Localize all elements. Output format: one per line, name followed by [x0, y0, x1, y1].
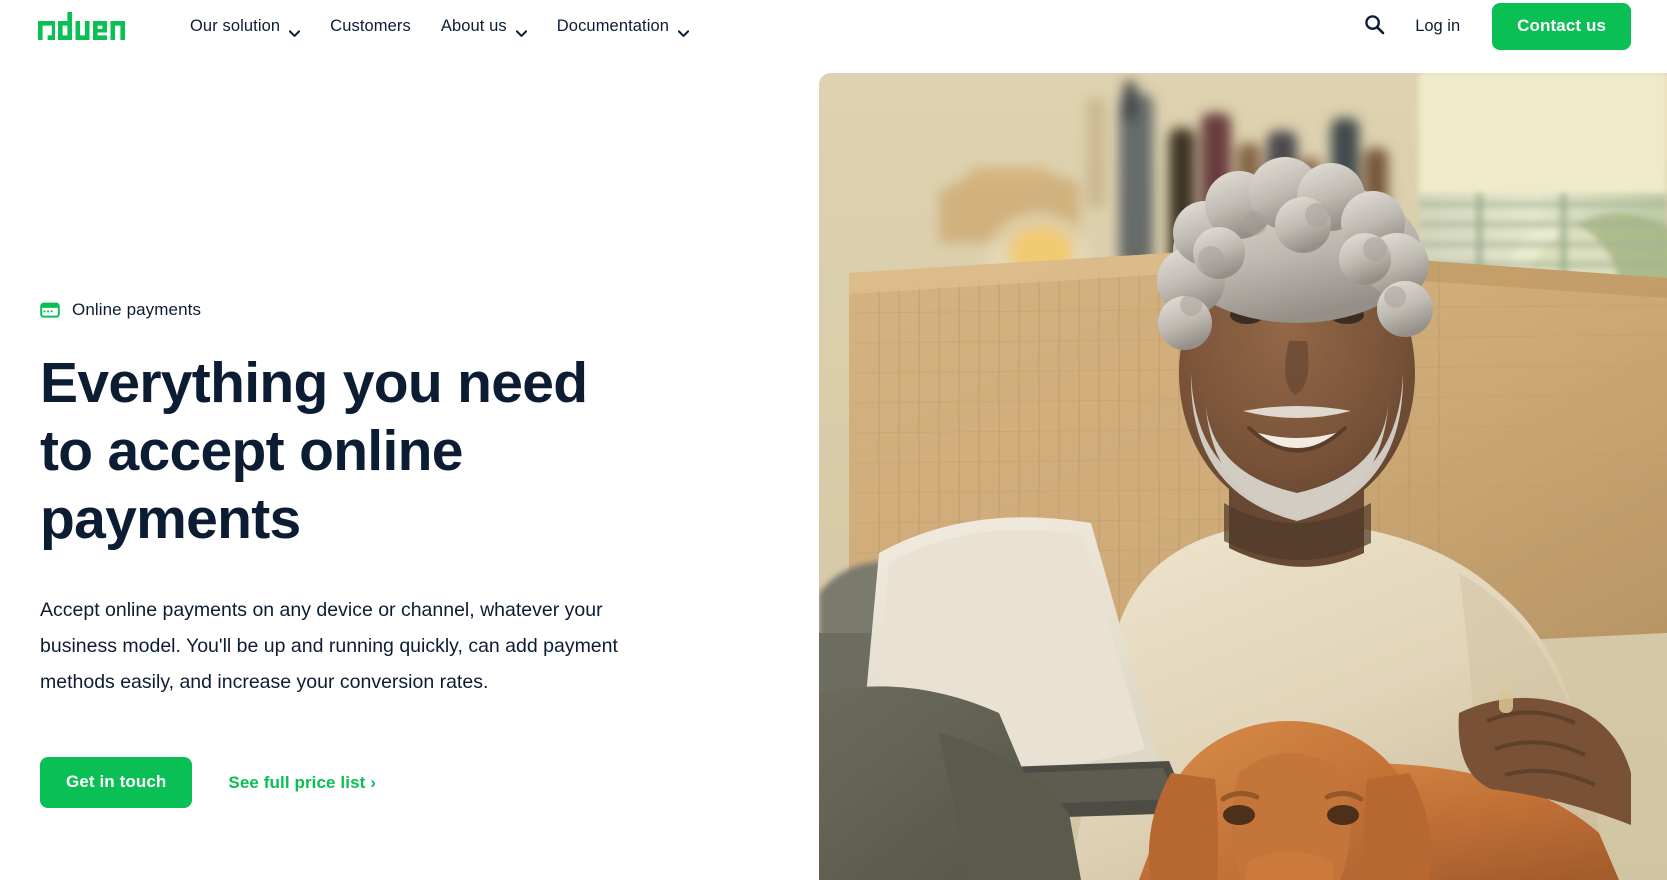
hero-eyebrow-label: Online payments — [72, 300, 202, 319]
get-in-touch-button[interactable]: Get in touch — [40, 757, 193, 809]
page-root: Our solution Customers About us Document… — [0, 0, 1667, 880]
hero-eyebrow: Online payments — [40, 300, 660, 320]
nav-item-label: About us — [440, 16, 507, 35]
page-title: Everything you need to accept online pay… — [40, 351, 588, 551]
adyen-logo-icon — [38, 12, 125, 40]
adyen-logo[interactable] — [38, 12, 150, 40]
hero-copy: Online payments Everything you need to a… — [40, 300, 660, 809]
chevron-down-icon — [289, 24, 301, 38]
see-full-price-list-link[interactable]: See full price list › — [228, 773, 376, 793]
nav-item-about-us[interactable]: About us — [440, 16, 527, 38]
chevron-down-icon — [515, 24, 527, 38]
nav-item-label: Customers — [330, 16, 411, 35]
hero-image — [819, 73, 1667, 880]
chevron-down-icon — [677, 24, 690, 38]
contact-us-button[interactable]: Contact us — [1492, 2, 1631, 50]
hero-cta-group: Get in touch See full price list › — [40, 757, 660, 809]
nav-item-customers[interactable]: Customers — [330, 17, 411, 36]
search-button[interactable] — [1357, 9, 1391, 43]
hero-description: Accept online payments on any device or … — [40, 599, 618, 694]
search-icon — [1364, 14, 1385, 38]
login-link[interactable]: Log in — [1415, 17, 1460, 36]
primary-nav: Our solution Customers About us Document… — [190, 16, 690, 38]
nav-item-label: Documentation — [556, 16, 670, 35]
site-header: Our solution Customers About us Document… — [0, 0, 1667, 52]
online-payments-icon — [40, 300, 60, 320]
nav-item-label: Our solution — [190, 16, 281, 35]
nav-item-documentation[interactable]: Documentation — [556, 16, 690, 38]
hero-section: Online payments Everything you need to a… — [0, 0, 1667, 880]
hero-photo-illustration — [819, 73, 1667, 880]
header-actions: Log in Contact us — [1357, 2, 1667, 50]
nav-item-our-solution[interactable]: Our solution — [190, 16, 301, 38]
